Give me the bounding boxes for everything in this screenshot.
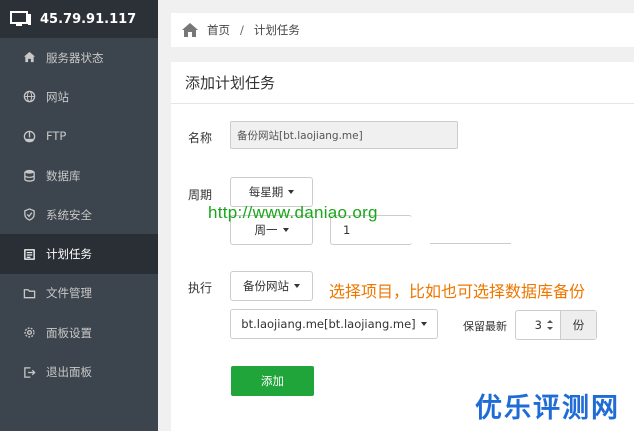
globe-icon bbox=[22, 90, 36, 104]
server-header: 45.79.91.117 bbox=[0, 0, 158, 38]
sidebar-item-label: FTP bbox=[46, 129, 67, 144]
home-icon bbox=[22, 51, 36, 65]
chevron-down-icon bbox=[294, 284, 300, 288]
stepper-arrows-icon[interactable] bbox=[546, 319, 554, 331]
cycle-value: 每星期 bbox=[248, 185, 284, 199]
sidebar-item[interactable]: 网站 bbox=[0, 77, 158, 116]
chevron-down-icon bbox=[282, 228, 289, 232]
target-value: bt.laojiang.me[bt.laojiang.me] bbox=[241, 317, 416, 331]
sidebar-item[interactable]: 数据库 bbox=[0, 156, 158, 195]
target-select[interactable]: bt.laojiang.me[bt.laojiang.me] bbox=[230, 309, 438, 339]
sidebar-item[interactable]: 计划任务 bbox=[0, 234, 158, 274]
sidebar: 45.79.91.117 服务器状态网站 FTP 数据库系统安全计划任务文件管理面板… bbox=[0, 0, 158, 431]
sidebar-item[interactable]: 文件管理 bbox=[0, 274, 158, 313]
cycle-label: 周期 bbox=[188, 188, 213, 202]
sidebar-item-label: 网站 bbox=[46, 89, 69, 104]
keep-label: 保留最新 bbox=[463, 320, 507, 333]
sidebar-item[interactable]: 服务器状态 bbox=[0, 38, 158, 77]
hour-value: 1 bbox=[343, 223, 351, 237]
sidebar-item-label: 计划任务 bbox=[46, 247, 92, 262]
database-icon bbox=[22, 169, 36, 183]
minute-input-underline bbox=[430, 243, 511, 244]
chevron-down-icon bbox=[288, 190, 295, 194]
shield-icon bbox=[22, 208, 36, 222]
overlay-url-text: http://www.daniao.org bbox=[208, 203, 378, 222]
watermark: 优乐评测网 bbox=[475, 393, 620, 424]
add-task-panel: 添加计划任务 名称 备份网站[bt.laojiang.me] 周期 每星期 周一… bbox=[171, 62, 634, 431]
sidebar-item-label: 数据库 bbox=[46, 168, 81, 183]
panel-title: 添加计划任务 bbox=[171, 62, 634, 104]
keep-stepper[interactable]: 3 份 bbox=[515, 310, 597, 340]
task-icon bbox=[22, 247, 36, 261]
sidebar-item[interactable]: 退出面板 bbox=[0, 352, 158, 391]
home-icon[interactable] bbox=[181, 22, 199, 38]
keep-unit: 份 bbox=[560, 311, 596, 339]
sidebar-item[interactable]: 系统安全 bbox=[0, 195, 158, 234]
sidebar-item-label: 文件管理 bbox=[46, 286, 92, 301]
sidebar-item-label: 面板设置 bbox=[46, 325, 92, 340]
gear-icon bbox=[22, 326, 36, 340]
chevron-down-icon bbox=[420, 322, 427, 326]
sidebar-item-label: 系统安全 bbox=[46, 207, 92, 222]
breadcrumb-current: 计划任务 bbox=[253, 23, 300, 37]
add-button[interactable]: 添加 bbox=[231, 366, 314, 396]
breadcrumb: 首页 / 计划任务 bbox=[171, 13, 634, 47]
logout-icon bbox=[22, 365, 36, 379]
name-label: 名称 bbox=[188, 131, 213, 145]
name-input[interactable]: 备份网站[bt.laojiang.me] bbox=[230, 121, 458, 149]
keep-value: 3 bbox=[534, 318, 542, 332]
folder-icon bbox=[22, 286, 36, 300]
sidebar-item[interactable]: 面板设置 bbox=[0, 313, 158, 352]
sidebar-item[interactable]: FTP bbox=[0, 117, 158, 156]
overlay-note-text: 选择项目，比如也可选择数据库备份 bbox=[329, 282, 586, 301]
monitor-icon bbox=[10, 11, 32, 27]
sidebar-item-label: 退出面板 bbox=[46, 365, 92, 380]
exec-value: 备份网站 bbox=[243, 279, 289, 293]
exec-select[interactable]: 备份网站 bbox=[230, 271, 313, 301]
breadcrumb-separator: / bbox=[240, 23, 244, 37]
exec-label: 执行 bbox=[188, 281, 213, 295]
weekday-value: 周一 bbox=[254, 223, 278, 237]
ftp-icon bbox=[22, 129, 36, 143]
server-ip: 45.79.91.117 bbox=[40, 11, 137, 27]
breadcrumb-home[interactable]: 首页 bbox=[207, 22, 230, 38]
sidebar-item-label: 服务器状态 bbox=[46, 50, 104, 65]
